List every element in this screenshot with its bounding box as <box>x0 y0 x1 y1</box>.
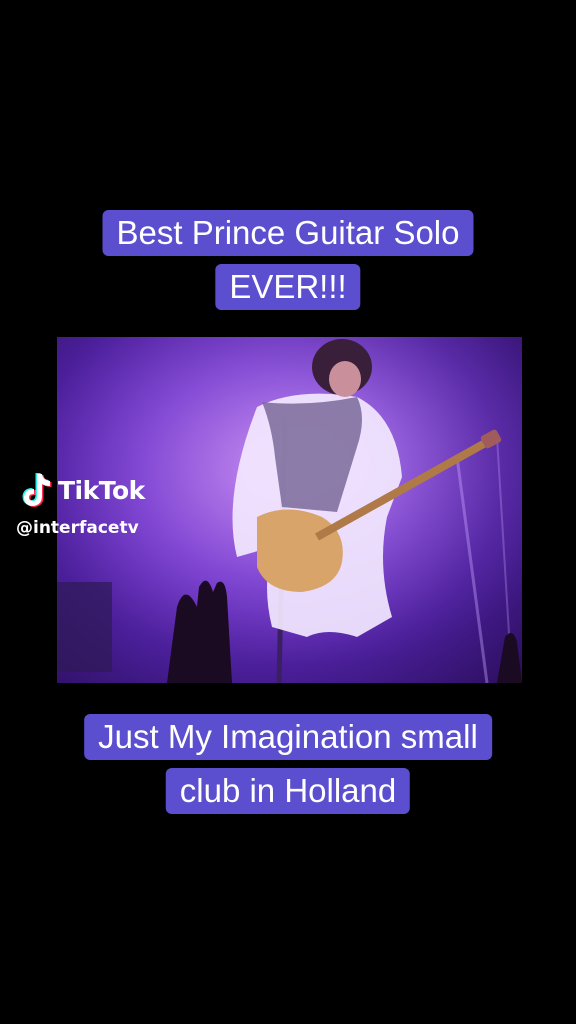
tiktok-note-icon <box>22 473 52 507</box>
performer-scene <box>57 337 522 683</box>
caption-bottom-line-1: Just My Imagination small <box>84 714 492 760</box>
creator-handle[interactable]: @interfacetv <box>16 518 139 538</box>
video-frame[interactable] <box>57 337 522 683</box>
caption-top-line-1: Best Prince Guitar Solo <box>102 210 474 256</box>
caption-bottom-line-2: club in Holland <box>165 768 411 814</box>
caption-top-line-2: EVER!!! <box>215 264 361 310</box>
tiktok-brand-text: TikTok <box>58 475 145 505</box>
tiktok-watermark: TikTok <box>18 472 145 508</box>
